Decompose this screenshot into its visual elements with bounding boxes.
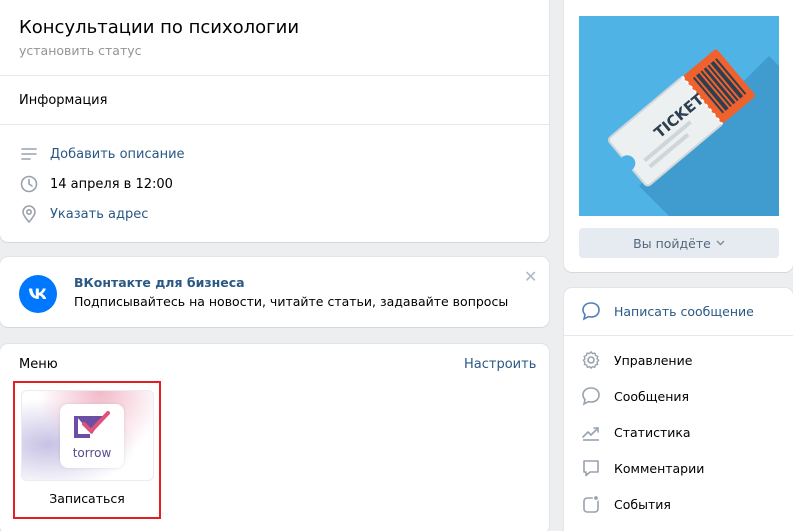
set-status-link[interactable]: установить статус xyxy=(19,43,142,58)
add-address-link[interactable]: Указать адрес xyxy=(50,207,148,222)
event-header-card: Консультации по психологии установить ст… xyxy=(0,0,549,242)
action-manage-label: Управление xyxy=(614,352,693,368)
action-messages[interactable]: Сообщения xyxy=(580,385,689,407)
action-statistics-label: Статистика xyxy=(614,424,691,440)
promo-title[interactable]: ВКонтакте для бизнеса xyxy=(74,275,245,290)
clock-icon xyxy=(19,174,39,194)
event-icon xyxy=(580,493,602,515)
menu-title: Меню xyxy=(19,357,58,372)
menu-item-torrow[interactable]: torrow Записаться xyxy=(13,381,161,519)
location-pin-icon xyxy=(19,204,39,224)
event-cover-image[interactable]: TICKET xyxy=(579,16,779,216)
add-description-row[interactable]: Добавить описание xyxy=(19,144,185,164)
divider xyxy=(0,124,549,125)
divider xyxy=(564,335,793,336)
torrow-logo: torrow xyxy=(60,404,124,468)
page-title: Консультации по психологии xyxy=(19,17,300,38)
configure-menu-link[interactable]: Настроить xyxy=(464,357,536,372)
gear-icon xyxy=(580,349,602,371)
app-thumbnail: torrow xyxy=(21,390,154,481)
stats-chart-icon xyxy=(580,421,602,443)
message-bubble-icon xyxy=(580,300,602,322)
event-date-text: 14 апреля в 12:00 xyxy=(50,176,173,192)
divider xyxy=(0,75,549,76)
chat-bubble-icon xyxy=(580,385,602,407)
action-statistics[interactable]: Статистика xyxy=(580,421,691,443)
action-messages-label: Сообщения xyxy=(614,388,690,404)
chevron-down-icon xyxy=(716,240,725,246)
info-section-title: Информация xyxy=(19,93,108,108)
comment-icon xyxy=(580,457,602,479)
vk-logo-icon xyxy=(19,275,57,317)
promo-subtitle: Подписывайтесь на новости, читайте стать… xyxy=(74,294,509,309)
menu-item-label: Записаться xyxy=(49,491,125,506)
add-address-row[interactable]: Указать адрес xyxy=(19,204,148,224)
write-message-label: Написать сообщение xyxy=(614,303,754,319)
action-comments-label: Комментарии xyxy=(614,460,705,476)
action-comments[interactable]: Комментарии xyxy=(580,457,704,479)
torrow-logo-text: torrow xyxy=(72,446,112,460)
add-description-link[interactable]: Добавить описание xyxy=(50,147,185,162)
event-date-row: 14 апреля в 12:00 xyxy=(19,174,173,194)
description-lines-icon xyxy=(19,144,39,164)
action-events-label: События xyxy=(614,496,671,512)
action-manage[interactable]: Управление xyxy=(580,349,692,371)
action-events[interactable]: События xyxy=(580,493,671,515)
vk-business-promo-card xyxy=(0,257,549,327)
close-icon[interactable]: ✕ xyxy=(524,267,537,286)
going-dropdown-button[interactable]: Вы пойдёте xyxy=(579,228,779,258)
going-button-label: Вы пойдёте xyxy=(633,235,711,251)
write-message-button[interactable]: Написать сообщение xyxy=(580,300,754,322)
